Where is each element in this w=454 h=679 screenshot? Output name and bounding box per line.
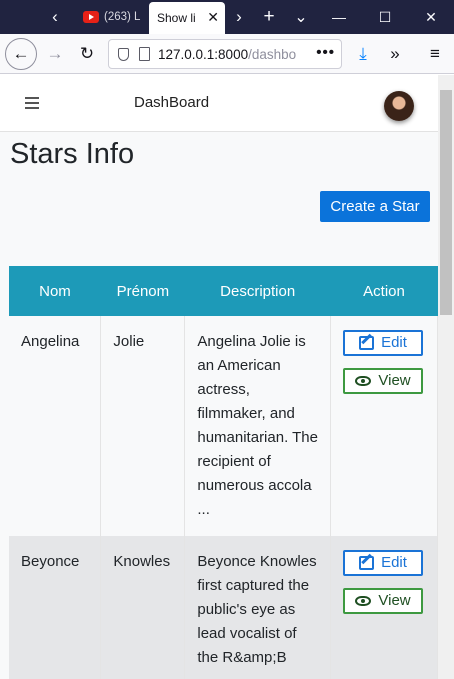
tab-youtube-title: (263) L [104, 11, 141, 23]
cell-prenom: Knowles [100, 536, 186, 679]
page-info-icon[interactable] [139, 47, 150, 61]
main-content: Stars Info Create a Star Nom Prénom Desc… [0, 132, 438, 679]
url-host: 127.0.0.1:8000 [158, 46, 249, 62]
forward-arrow-icon[interactable]: → [44, 40, 66, 68]
edit-icon [359, 336, 375, 350]
view-button[interactable]: View [343, 368, 423, 394]
browser-tab-strip: ‹ (263) L Show li ✕ › + ⌄ — ☐ ✕ [0, 0, 454, 34]
reload-icon[interactable]: ↻ [76, 40, 98, 68]
cell-actions: Edit View [330, 536, 438, 679]
eye-icon [355, 596, 372, 606]
eye-icon [355, 376, 372, 386]
hamburger-menu-icon[interactable] [25, 97, 39, 109]
maximize-window-icon[interactable]: ☐ [362, 0, 408, 34]
brand-title[interactable]: DashBoard [134, 94, 209, 111]
tab-show-list-title: Show li [157, 11, 196, 25]
stars-table: Nom Prénom Description Action Angelina J… [9, 266, 438, 679]
column-header-action: Action [330, 266, 438, 316]
tab-scroll-left-icon[interactable]: ‹ [42, 0, 68, 34]
youtube-icon [83, 11, 99, 23]
cell-nom: Beyonce [9, 536, 102, 679]
cell-description: Beyonce Knowles first captured the publi… [184, 536, 331, 679]
close-tab-icon[interactable]: ✕ [204, 9, 219, 26]
view-button-label: View [378, 592, 411, 609]
tracking-shield-icon[interactable] [118, 47, 129, 61]
edit-button[interactable]: Edit [343, 550, 423, 576]
edit-button[interactable]: Edit [343, 330, 423, 356]
cell-prenom: Jolie [100, 316, 186, 536]
edit-icon [359, 556, 375, 570]
column-header-prenom: Prénom [100, 266, 185, 316]
minimize-window-icon[interactable]: — [316, 0, 362, 34]
view-button[interactable]: View [343, 588, 423, 614]
app-menu-icon[interactable]: ≡ [424, 40, 446, 68]
user-avatar[interactable] [384, 91, 414, 121]
overflow-chevron-icon[interactable]: » [384, 40, 406, 68]
table-row: Beyonce Knowles Beyonce Knowles first ca… [9, 536, 438, 679]
tab-youtube[interactable]: (263) L [72, 0, 148, 34]
download-icon[interactable]: ⤓ [352, 40, 374, 68]
cell-nom: Angelina [9, 316, 102, 536]
page-title: Stars Info [10, 138, 135, 170]
table-header-row: Nom Prénom Description Action [9, 266, 438, 316]
browser-toolbar: ← → ↻ 127.0.0.1:8000/dashbo ••• ⤓ » ≡ [0, 34, 454, 74]
page-viewport: DashBoard Stars Info Create a Star Nom P… [0, 75, 454, 679]
table-row: Angelina Jolie Angelina Jolie is an Amer… [9, 316, 438, 536]
close-window-icon[interactable]: ✕ [408, 0, 454, 34]
create-star-button[interactable]: Create a Star [320, 191, 430, 222]
tab-list-icon[interactable]: ⌄ [288, 0, 314, 34]
page-actions-icon[interactable]: ••• [312, 44, 335, 61]
column-header-nom: Nom [9, 266, 101, 316]
url-path: /dashbo [248, 46, 297, 62]
url-bar[interactable]: 127.0.0.1:8000/dashbo ••• [108, 39, 342, 69]
view-button-label: View [378, 372, 411, 389]
page-scrollbar-thumb[interactable] [440, 90, 452, 315]
new-tab-icon[interactable]: + [256, 0, 282, 34]
firefox-view-icon[interactable] [0, 0, 38, 34]
back-arrow-icon[interactable]: ← [5, 38, 37, 70]
edit-button-label: Edit [381, 554, 407, 571]
cell-actions: Edit View [330, 316, 438, 536]
tab-scroll-right-icon[interactable]: › [228, 0, 250, 34]
app-navbar: DashBoard [0, 75, 438, 132]
cell-description: Angelina Jolie is an American actress, f… [184, 316, 331, 536]
tab-show-list[interactable]: Show li ✕ [149, 2, 225, 34]
column-header-description: Description [184, 266, 331, 316]
edit-button-label: Edit [381, 334, 407, 351]
